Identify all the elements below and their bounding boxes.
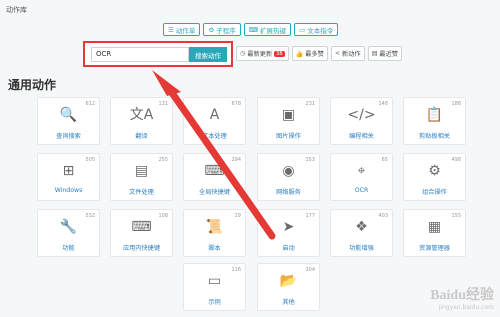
category-label: 脚本: [208, 245, 221, 252]
category-card-launch[interactable]: 177 ➤ 启动: [257, 209, 320, 257]
section-title: 通用动作: [8, 78, 57, 92]
arrow-head: [152, 70, 181, 96]
category-card-file[interactable]: 255 ▤ 文件处理: [110, 153, 173, 201]
search-icon: 🔍: [59, 107, 78, 123]
category-label: OCR: [354, 187, 369, 194]
category-label: 启动: [282, 245, 295, 252]
category-label: 翻译: [135, 133, 148, 140]
category-label: 文本处理: [202, 133, 227, 140]
clipboard-icon: 📋: [425, 107, 444, 123]
text-command-icon: ▭: [299, 25, 306, 34]
category-label: 文件处理: [129, 189, 154, 196]
watermark-title: Baidu经验: [430, 288, 494, 303]
translate-icon: 文A: [129, 107, 154, 123]
image-icon: ▣: [281, 107, 296, 123]
category-label: 功能增强: [349, 245, 374, 252]
category-label: 示例: [208, 299, 221, 306]
list-icon: ▤: [371, 50, 378, 57]
category-card-translate[interactable]: 131 文A 翻译: [110, 97, 173, 145]
folder-icon: 📂: [279, 273, 298, 289]
category-card-global-hotkey[interactable]: 294 ⌨ 全局快捷键: [183, 153, 246, 201]
category-card-script[interactable]: 29 📜 脚本: [183, 209, 246, 257]
search-highlight-box: OCR 搜索动作: [83, 41, 233, 67]
list-icon: ☰: [168, 25, 174, 34]
category-label: 网络服务: [276, 189, 301, 196]
tab-action-list[interactable]: ☰ 动作单: [163, 23, 201, 36]
category-card-enhance[interactable]: 403 ❖ 功能增强: [330, 209, 393, 257]
search-input[interactable]: OCR: [91, 47, 189, 62]
sort-new-action-button[interactable]: ≺ 新动作: [330, 46, 365, 61]
tab-extended-hotkey[interactable]: ⌨ 扩展热键: [243, 23, 292, 36]
category-card-combination[interactable]: 498 ⚙ 组合操作: [403, 153, 466, 201]
script-icon: 📜: [205, 219, 224, 235]
watermark: Baidu经验 jingyan.baidu.com: [430, 284, 494, 311]
enhance-icon: ❖: [355, 219, 368, 235]
category-label: 查询搜索: [56, 133, 81, 140]
explorer-icon: ▦: [427, 219, 442, 235]
category-label: 图片操作: [276, 133, 301, 140]
category-label: 全局快捷键: [199, 189, 230, 196]
example-icon: ▭: [207, 273, 222, 289]
launch-icon: ➤: [282, 219, 295, 235]
category-card-wrench[interactable]: 532 🔧 功能: [37, 209, 100, 257]
category-card-ocr[interactable]: 65 ⌖ OCR: [330, 153, 393, 201]
text-processing-icon: A: [209, 107, 220, 123]
thumbs-up-icon: 👍: [295, 50, 304, 58]
sort-row: ◷ 最新更新 38 👍 最多赞 ≺ 新动作 ▤ 最近赞: [236, 46, 405, 61]
keyboard-icon: ⌨: [248, 25, 259, 34]
in-app-hotkey-icon: ⌨: [131, 219, 152, 235]
category-card-clipboard[interactable]: 186 📋 剪贴板相关: [403, 97, 466, 145]
category-label: 组合操作: [422, 189, 447, 196]
code-icon: </>: [347, 107, 376, 123]
category-card-code[interactable]: 148 </> 编程相关: [330, 97, 393, 145]
tab-subroutine[interactable]: ⚙ 子程序: [203, 23, 241, 36]
tab-row: ☰ 动作单 ⚙ 子程序 ⌨ 扩展热键 ▭ 文本指令: [163, 23, 341, 36]
windows-icon: ⊞: [62, 163, 75, 179]
wrench-icon: 🔧: [59, 219, 78, 235]
category-card-folder[interactable]: 304 📂 其他: [257, 263, 320, 311]
global-hotkey-icon: ⌨: [204, 163, 225, 179]
category-card-explorer[interactable]: 155 ▦ 资源管理器: [403, 209, 466, 257]
category-label: 功能: [62, 245, 75, 252]
category-label: Windows: [54, 187, 83, 194]
file-icon: ▤: [134, 163, 149, 179]
category-card-example[interactable]: 116 ▭ 示例: [183, 263, 246, 311]
sort-latest-button[interactable]: ◷ 最新更新 38: [236, 46, 289, 61]
category-card-search[interactable]: 612 🔍 查询搜索: [37, 97, 100, 145]
category-card-network[interactable]: 353 ◉ 网络服务: [257, 153, 320, 201]
sort-recent-liked-button[interactable]: ▤ 最近赞: [367, 46, 402, 61]
network-icon: ◉: [282, 163, 295, 179]
watermark-subtitle: jingyan.baidu.com: [438, 304, 494, 311]
category-card-image[interactable]: 231 ▣ 图片操作: [257, 97, 320, 145]
search-button[interactable]: 搜索动作: [189, 47, 227, 62]
category-label: 剪贴板相关: [419, 133, 450, 140]
category-card-text-processing[interactable]: 678 A 文本处理: [183, 97, 246, 145]
subroutine-icon: ⚙: [208, 25, 215, 34]
category-label: 资源管理器: [419, 245, 450, 252]
category-card-windows[interactable]: 505 ⊞ Windows: [37, 153, 100, 201]
category-label: 应用内快捷键: [122, 245, 161, 252]
sort-most-liked-button[interactable]: 👍 最多赞: [291, 46, 328, 61]
clock-icon: ◷: [240, 50, 246, 57]
ocr-icon: ⌖: [357, 163, 366, 179]
category-card-in-app-hotkey[interactable]: 108 ⌨ 应用内快捷键: [110, 209, 173, 257]
category-label: 编程相关: [349, 133, 374, 140]
app-title: 动作库: [6, 6, 27, 14]
combination-icon: ⚙: [428, 163, 441, 179]
update-count-badge: 38: [274, 50, 285, 57]
category-label: 其他: [282, 299, 295, 306]
tab-text-command[interactable]: ▭ 文本指令: [294, 23, 339, 36]
share-icon: ≺: [334, 50, 340, 57]
